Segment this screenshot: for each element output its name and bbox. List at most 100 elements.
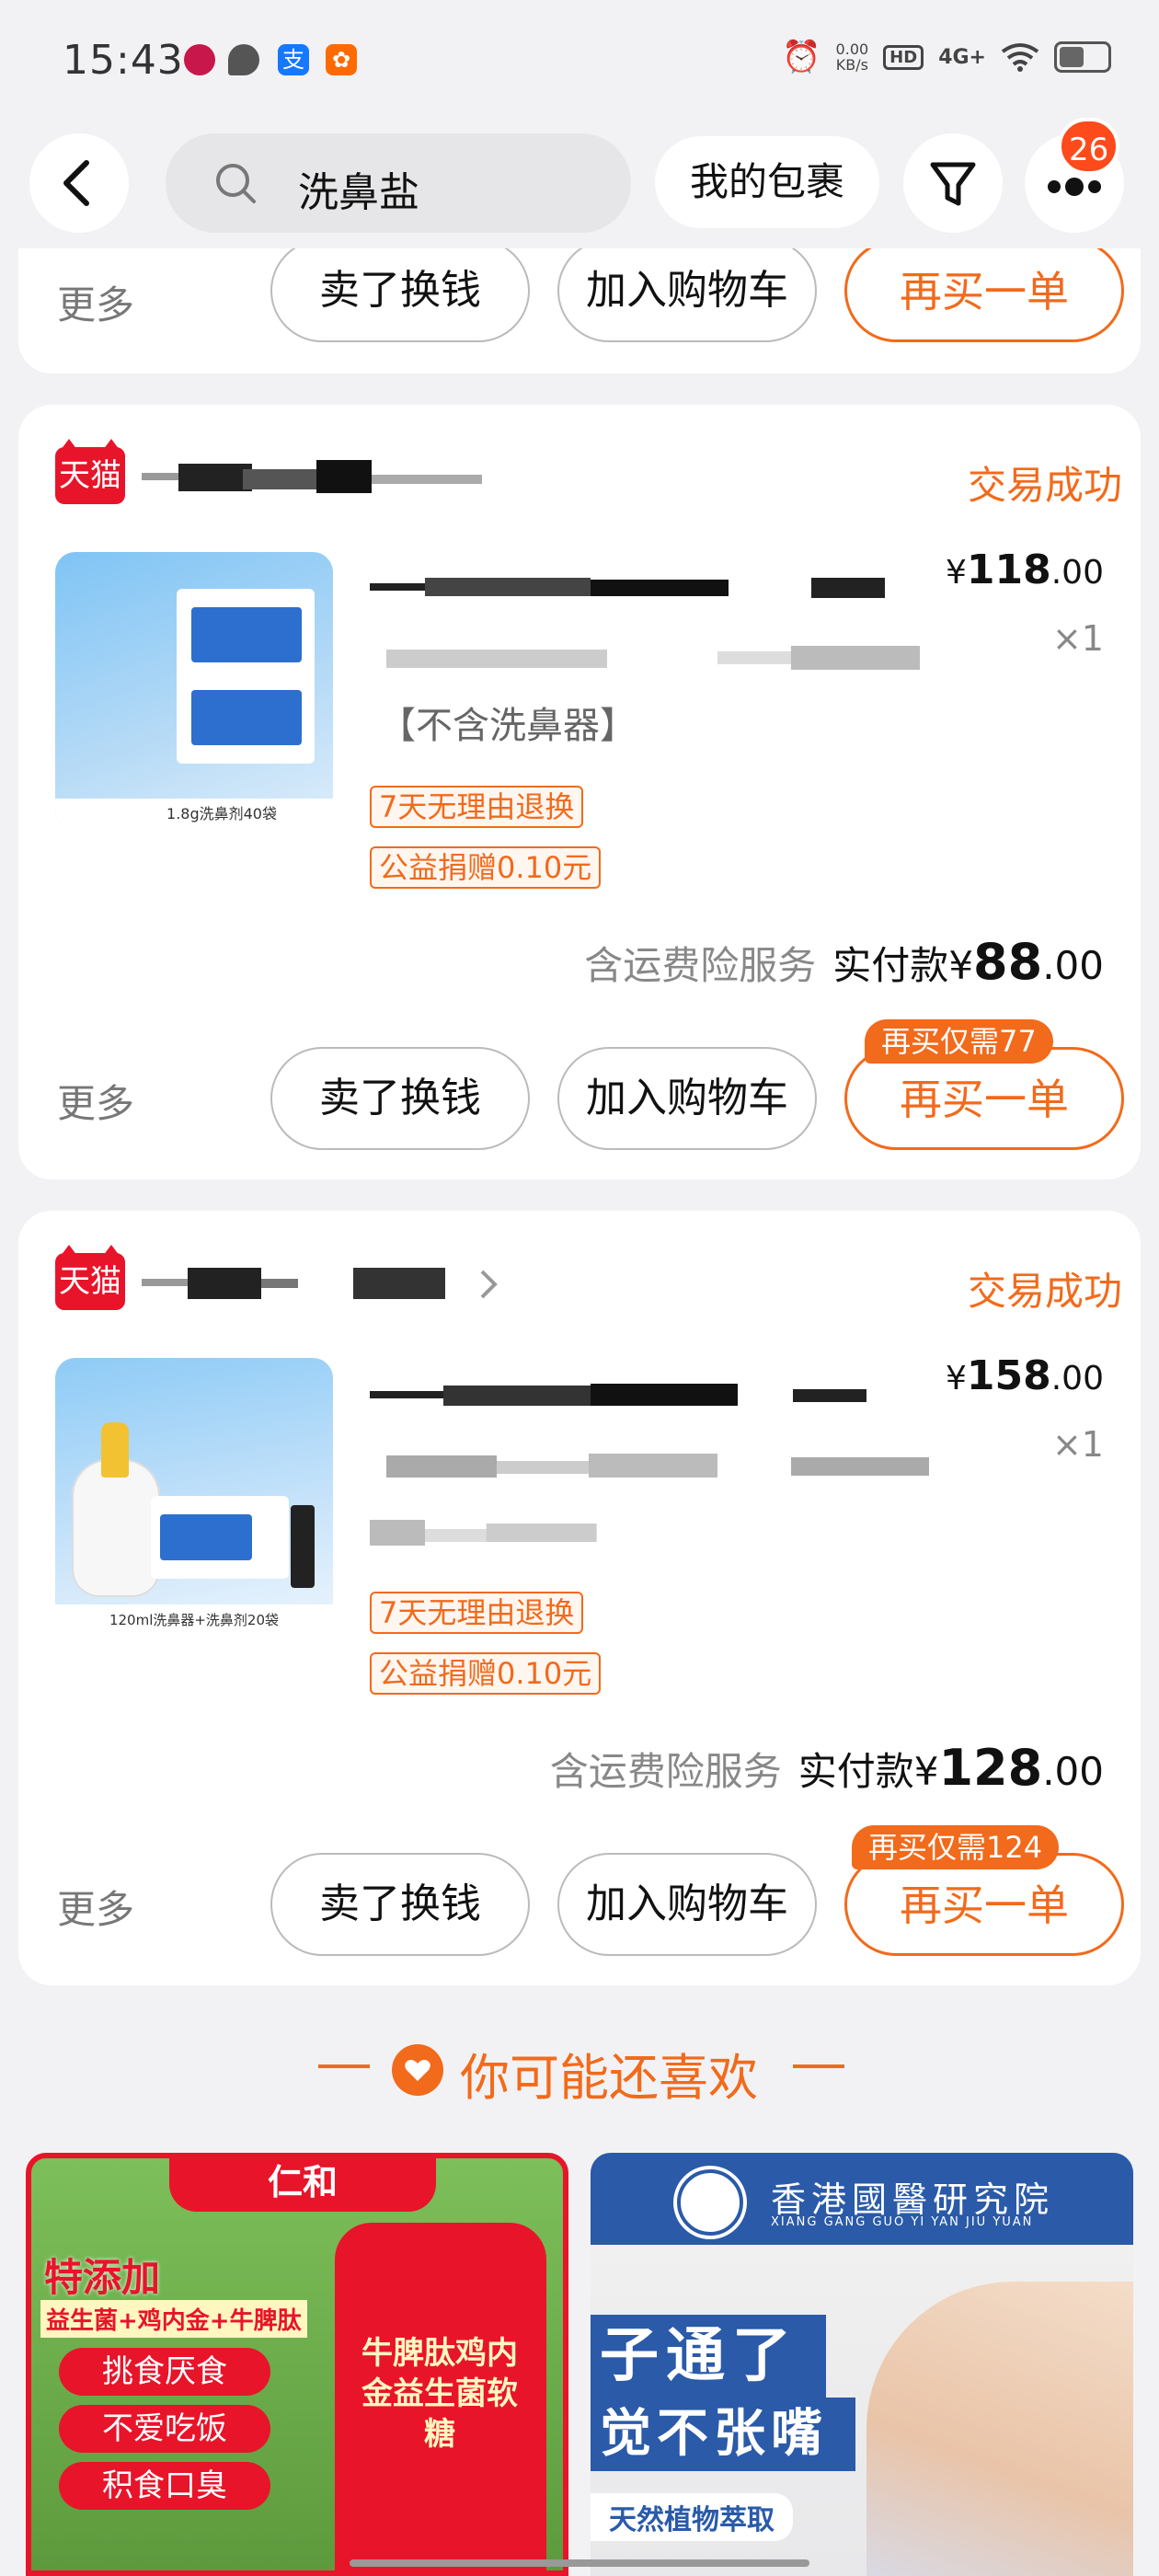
ad-headline: 特添加: [44, 2255, 161, 2300]
order-card: 更多 卖了换钱 加入购物车 再买一单: [18, 239, 1141, 374]
decor-line-left: [318, 2064, 370, 2068]
add-to-cart-button[interactable]: 加入购物车: [557, 1047, 817, 1150]
back-button-overlay[interactable]: [29, 133, 129, 233]
product-caption: 120ml洗鼻器+洗鼻剂20袋: [55, 1604, 333, 1636]
shop-name-redacted: [142, 460, 482, 493]
status-indicators: ⏰ 0.00 KB/s HD 4G+: [782, 39, 1111, 75]
tmall-badge: 天猫: [55, 1245, 125, 1310]
order-status: 交易成功: [967, 1269, 1122, 1314]
org-banner: 香港國醫研究院 XIANG GANG GUO YI YAN JIU YUAN: [591, 2153, 1133, 2245]
return-policy-tag: 7天无理由退换: [370, 786, 584, 828]
sell-button[interactable]: 卖了换钱: [270, 239, 530, 342]
search-icon: [216, 164, 256, 203]
order-card: 天猫 交易成功 1.8g洗鼻剂40袋 【不含洗鼻器】 ¥118.00 ×1 7天…: [18, 405, 1141, 1179]
rebuy-price-tag: 再买仅需124: [852, 1825, 1060, 1869]
chevron-left-icon: [63, 160, 89, 206]
order-status: 交易成功: [967, 463, 1122, 508]
network-icon: 4G+: [938, 45, 986, 69]
order-actions: 更多 卖了换钱 加入购物车 再买一单 再买仅需77: [18, 1019, 1141, 1150]
ad-subline: 益生菌+鸡内金+牛脾肽: [40, 2300, 307, 2338]
wifi-icon: [1001, 43, 1039, 72]
tmall-badge: 天猫: [55, 439, 125, 504]
shop-row[interactable]: 天猫 交易成功: [55, 1245, 1122, 1314]
shipping-insurance-label: 含运费险服务: [549, 1749, 782, 1794]
battery-icon: [1054, 41, 1111, 73]
sleeping-person-image: [866, 2282, 1133, 2576]
more-badge-overlay: 26: [1058, 118, 1120, 175]
charity-tag: 公益捐赠0.10元: [370, 1652, 602, 1695]
product-subtitle-redacted: [386, 646, 920, 670]
sell-button[interactable]: 卖了换钱: [270, 1853, 530, 1956]
product-thumbnail[interactable]: 1.8g洗鼻剂40袋: [55, 552, 333, 830]
order-actions: 更多 卖了换钱 加入购物车 再买一单 再买仅需124: [18, 1825, 1141, 1956]
product-box-graphic: [291, 1505, 315, 1588]
product-bottle-graphic: [72, 1459, 160, 1597]
jar-label: 牛脾肽鸡内金益生菌软糖: [361, 2335, 518, 2453]
home-indicator: [350, 2559, 809, 2567]
org-name-en: XIANG GANG GUO YI YAN JIU YUAN: [771, 2215, 1034, 2229]
net-speed: 0.00 KB/s: [835, 40, 869, 74]
ad-point: 挑食厌食: [59, 2348, 270, 2396]
ad-foot: 天然植物萃取: [591, 2493, 793, 2541]
paid-amount: 128: [938, 1739, 1043, 1797]
product-caption: 1.8g洗鼻剂40袋: [55, 799, 333, 830]
add-to-cart-button[interactable]: 加入购物车: [557, 239, 817, 342]
message-notification-icon: [228, 44, 259, 75]
ad-point: 不爱吃饭: [59, 2405, 270, 2453]
shop-row[interactable]: 天猫 交易成功: [55, 439, 1122, 508]
recommendations-header: 你可能还喜欢: [0, 2024, 1159, 2107]
order-card: 天猫 交易成功 120ml洗鼻器+洗鼻剂20袋 ¥158.00 ×1 7天无理由…: [18, 1211, 1141, 1985]
recommended-product-card[interactable]: 香港國醫研究院 XIANG GANG GUO YI YAN JIU YUAN 子…: [591, 2153, 1133, 2576]
product-spec: 【不含洗鼻器】: [379, 705, 637, 747]
shipping-insurance-label: 含运费险服务: [584, 943, 817, 988]
app-notification-icon: [184, 44, 215, 75]
total-row: 含运费险服务 实付款¥88.00: [584, 933, 1104, 991]
rebuy-price-tag: 再买仅需77: [865, 1019, 1053, 1064]
alipay-notification-icon: 支: [278, 44, 309, 75]
paid-amount: 88: [973, 933, 1043, 991]
status-time: 15:43: [63, 37, 184, 84]
org-name: 香港國醫研究院: [771, 2179, 1055, 2220]
product-box-graphic: [160, 1514, 252, 1560]
unit-price: ¥158.00: [945, 1352, 1104, 1399]
more-link[interactable]: 更多: [57, 1073, 134, 1129]
heart-icon: [392, 2044, 443, 2096]
ad-line-1: 子通了: [591, 2315, 826, 2398]
quantity: ×1: [1051, 618, 1104, 659]
return-policy-tag: 7天无理由退换: [370, 1592, 584, 1634]
order-actions: 更多 卖了换钱 加入购物车 再买一单: [18, 239, 1141, 351]
charity-tag: 公益捐赠0.10元: [370, 846, 602, 889]
product-jar: 牛脾肽鸡内金益生菌软糖: [335, 2223, 546, 2570]
alarm-icon: ⏰: [782, 39, 821, 75]
ad-point: 积食口臭: [59, 2462, 270, 2510]
taobao-notification-icon: ✿: [326, 44, 357, 75]
unit-price: ¥118.00: [945, 546, 1104, 593]
add-to-cart-button[interactable]: 加入购物车: [557, 1853, 817, 1956]
product-box-graphic: [191, 690, 302, 745]
more-link[interactable]: 更多: [57, 274, 134, 330]
status-bar: 15:43 支 ✿ ⏰ 0.00 KB/s HD 4G+: [0, 0, 1159, 120]
buy-again-button[interactable]: 再买一单: [844, 239, 1124, 342]
filter-button-overlay[interactable]: [903, 133, 1003, 233]
search-query: 洗鼻盐: [298, 169, 419, 216]
product-title-redacted: [370, 1384, 866, 1406]
more-link[interactable]: 更多: [57, 1879, 134, 1935]
decor-line-right: [793, 2064, 844, 2068]
org-logo: [677, 2169, 743, 2236]
quantity: ×1: [1051, 1424, 1104, 1465]
shop-name-redacted: [142, 1268, 498, 1299]
filter-icon: [930, 162, 976, 206]
product-thumbnail[interactable]: 120ml洗鼻器+洗鼻剂20袋: [55, 1358, 333, 1636]
recommendations-title: 你可能还喜欢: [460, 2049, 758, 2107]
search-input-overlay[interactable]: 洗鼻盐: [166, 133, 631, 233]
hd-icon: HD: [883, 44, 924, 70]
recommended-product-card[interactable]: 仁和 特添加 益生菌+鸡内金+牛脾肽 挑食厌食 不爱吃饭 积食口臭 牛脾肽鸡内金…: [26, 2153, 568, 2576]
brand-banner: 仁和: [169, 2158, 436, 2212]
product-bottle-cap: [101, 1422, 129, 1478]
product-title-redacted: [370, 578, 885, 598]
product-box-graphic: [191, 607, 302, 662]
ad-line-2: 觉不张嘴: [591, 2398, 855, 2471]
sell-button[interactable]: 卖了换钱: [270, 1047, 530, 1150]
total-row: 含运费险服务 实付款¥128.00: [549, 1739, 1104, 1797]
my-packages-button-overlay[interactable]: 我的包裹: [655, 136, 879, 228]
